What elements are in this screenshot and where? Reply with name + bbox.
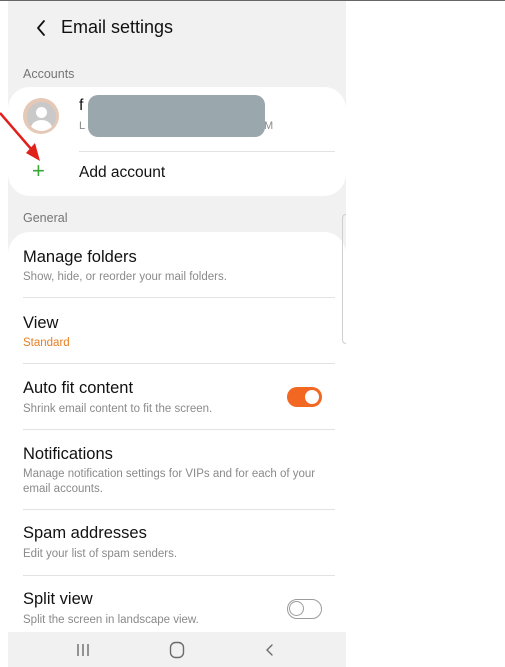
redaction-block bbox=[88, 95, 265, 137]
item-subtitle: Standard bbox=[23, 337, 70, 349]
divider bbox=[23, 363, 335, 364]
nav-back-icon bbox=[266, 644, 273, 656]
app-header: Email settings bbox=[8, 1, 346, 55]
item-title: Manage folders bbox=[23, 248, 137, 266]
account-detail-start: L bbox=[79, 120, 86, 132]
split-view-toggle[interactable] bbox=[287, 599, 322, 619]
scroll-indicator bbox=[342, 214, 346, 344]
avatar-icon bbox=[23, 98, 59, 134]
item-title: Spam addresses bbox=[23, 524, 147, 542]
auto-fit-toggle[interactable] bbox=[287, 387, 322, 407]
add-account-label: Add account bbox=[79, 164, 166, 181]
general-card: Manage folders Show, hide, or reorder yo… bbox=[8, 232, 346, 632]
account-detail-end: M bbox=[264, 120, 274, 132]
item-subtitle: Shrink email content to fit the screen. bbox=[23, 403, 213, 415]
item-title: View bbox=[23, 314, 59, 332]
item-title: Split view bbox=[23, 590, 93, 608]
divider bbox=[79, 151, 335, 152]
item-title: Auto fit content bbox=[23, 379, 134, 397]
divider bbox=[23, 429, 335, 430]
plus-icon: + bbox=[32, 158, 45, 183]
account-name: f bbox=[79, 97, 84, 114]
back-chevron-icon bbox=[37, 20, 45, 36]
back-button[interactable] bbox=[28, 15, 54, 41]
item-subtitle: Edit your list of spam senders. bbox=[23, 548, 178, 560]
recents-icon bbox=[77, 644, 89, 656]
item-subtitle: Show, hide, or reorder your mail folders… bbox=[23, 271, 227, 283]
phone-screen: Email settings Accounts f L M + Add acco… bbox=[8, 1, 346, 667]
divider bbox=[23, 575, 335, 576]
divider bbox=[23, 297, 335, 298]
section-label-general: General bbox=[23, 211, 68, 225]
item-subtitle: Manage notification settings for VIPs an… bbox=[23, 468, 316, 495]
page-title: Email settings bbox=[61, 17, 174, 37]
home-icon bbox=[169, 641, 185, 659]
divider bbox=[23, 509, 335, 510]
section-label-accounts: Accounts bbox=[23, 67, 75, 81]
nav-back-button[interactable] bbox=[255, 638, 285, 662]
home-button[interactable] bbox=[162, 638, 192, 662]
item-title: Notifications bbox=[23, 445, 113, 463]
accounts-card: f L M + Add account bbox=[8, 87, 346, 196]
recents-button[interactable] bbox=[68, 638, 98, 662]
item-subtitle: Split the screen in landscape view. bbox=[23, 614, 199, 626]
system-nav-bar bbox=[8, 632, 346, 667]
